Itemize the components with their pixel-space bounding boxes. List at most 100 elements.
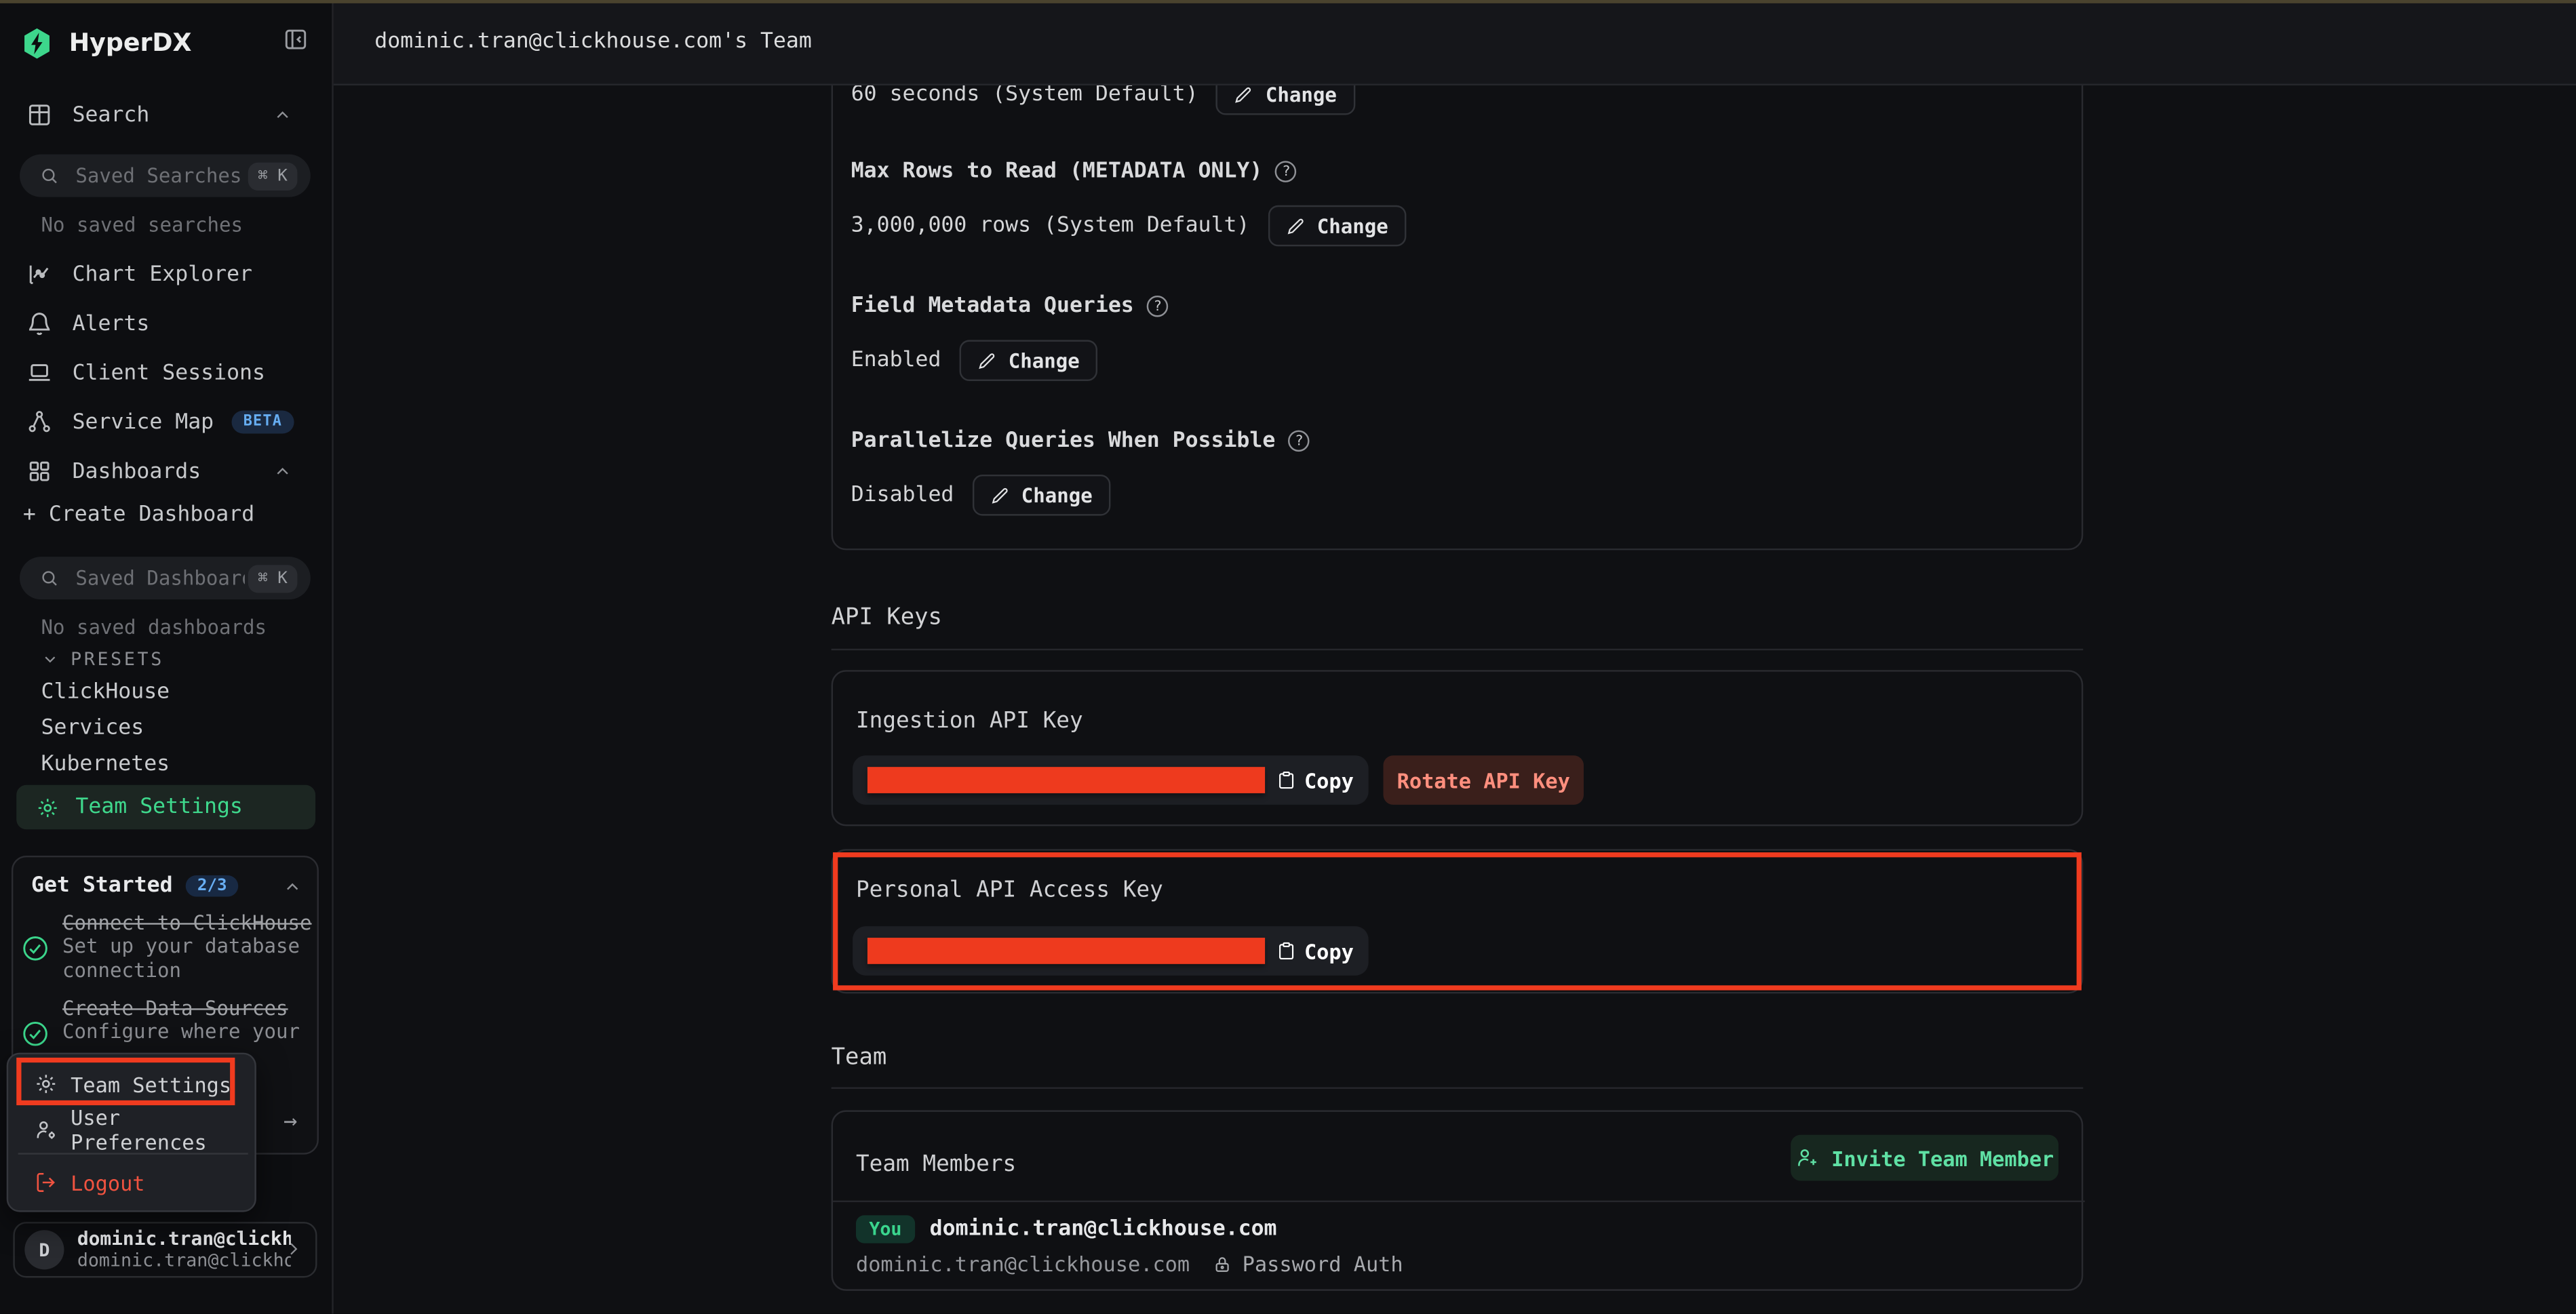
account-email: dominic.tran@clickhous… xyxy=(77,1250,291,1271)
progress-badge: 2/3 xyxy=(186,875,239,896)
checklist-item-title: Create Data Sources xyxy=(62,997,312,1020)
check-circle-icon xyxy=(21,1020,49,1048)
sidebar-item-alerts[interactable]: Alerts xyxy=(0,299,332,349)
pencil-icon xyxy=(990,485,1010,505)
clipboard-icon xyxy=(1276,941,1296,961)
sidebar-item-label: Search xyxy=(73,102,150,127)
sidebar-item-service-map[interactable]: Service Map BETA xyxy=(0,397,332,447)
hyperdx-logo-icon xyxy=(20,24,54,62)
no-saved-dashboards-text: No saved dashboards xyxy=(41,616,267,639)
ingestion-api-key-card: Ingestion API Key Copy Rotate API Key xyxy=(832,670,2084,826)
chevron-up-icon[interactable] xyxy=(273,105,292,125)
invite-team-member-button[interactable]: Invite Team Member xyxy=(1791,1135,2058,1181)
you-badge: You xyxy=(856,1215,915,1243)
presets-label: PRESETS xyxy=(71,649,164,670)
menu-item-team-settings[interactable]: Team Settings xyxy=(18,1062,248,1105)
sidebar-item-client-sessions[interactable]: Client Sessions xyxy=(0,349,332,398)
account-name: dominic.tran@clickho… xyxy=(77,1229,291,1250)
help-icon[interactable]: ? xyxy=(1276,161,1297,182)
sidebar-item-team-settings[interactable]: Team Settings xyxy=(16,785,315,829)
sidebar-item-search[interactable]: Search xyxy=(0,90,332,140)
saved-dashboards-input[interactable] xyxy=(73,565,248,591)
ingestion-key-field: Copy xyxy=(853,755,1369,805)
help-icon[interactable]: ? xyxy=(1147,296,1168,317)
setting-value: 3,000,000 rows (System Default) xyxy=(851,214,1250,238)
user-gear-icon xyxy=(35,1119,58,1142)
chevron-down-icon xyxy=(41,650,60,669)
beta-badge: BETA xyxy=(232,411,294,434)
presets-toggle[interactable]: PRESETS xyxy=(41,649,164,670)
member-email: dominic.tran@clickhouse.com xyxy=(856,1252,1190,1276)
brand-name: HyperDX xyxy=(69,28,192,58)
preset-services[interactable]: Services xyxy=(41,716,144,740)
sidebar-item-label: Team Settings xyxy=(75,795,242,819)
auth-method-label: Password Auth xyxy=(1243,1252,1403,1276)
chevron-up-icon[interactable] xyxy=(283,876,303,896)
menu-separator xyxy=(18,1153,248,1154)
setting-label: Field Metadata Queries xyxy=(851,294,1134,319)
service-map-icon xyxy=(26,409,53,435)
menu-item-user-preferences[interactable]: User Preferences xyxy=(18,1109,248,1151)
change-button[interactable]: Change xyxy=(1268,205,1406,247)
sidebar-item-chart-explorer[interactable]: Chart Explorer xyxy=(0,250,332,299)
section-divider xyxy=(832,649,2084,650)
setting-value: 60 seconds (System Default) xyxy=(851,82,1198,106)
brand: HyperDX xyxy=(20,20,315,66)
section-divider xyxy=(832,1087,2084,1088)
sidebar-item-dashboards[interactable]: Dashboards xyxy=(0,447,332,496)
card-divider xyxy=(833,1201,2085,1202)
main-content: 60 seconds (System Default) Change Max R… xyxy=(332,0,2576,1314)
shortcut-badge: ⌘ K xyxy=(248,564,298,592)
personal-key-field: Copy xyxy=(853,926,1369,976)
sidebar-item-label: Client Sessions xyxy=(73,361,265,385)
sidebar-item-label: Dashboards xyxy=(73,459,201,483)
setting-value: Disabled xyxy=(851,483,954,507)
app-root: HyperDX Search ⌘ K No saved searches Cha… xyxy=(0,0,2576,1314)
topbar: dominic.tran@clickhouse.com's Team xyxy=(332,0,2576,85)
preset-clickhouse[interactable]: ClickHouse xyxy=(41,680,170,704)
search-icon xyxy=(39,568,59,588)
copy-button[interactable]: Copy xyxy=(1276,768,1354,792)
member-row-bottom: dominic.tran@clickhouse.com Password Aut… xyxy=(856,1252,1403,1276)
account-card[interactable]: D dominic.tran@clickho… dominic.tran@cli… xyxy=(13,1222,317,1277)
page-title: dominic.tran@clickhouse.com's Team xyxy=(374,30,812,54)
copy-button[interactable]: Copy xyxy=(1276,938,1354,963)
dashboards-icon xyxy=(26,458,53,485)
menu-item-logout[interactable]: Logout xyxy=(18,1161,248,1203)
get-started-title: Get Started xyxy=(31,874,173,898)
search-icon xyxy=(39,166,59,186)
menu-item-label: Team Settings xyxy=(71,1071,231,1096)
setting-value: Enabled xyxy=(851,349,941,373)
create-dashboard-button[interactable]: + Create Dashboard xyxy=(23,502,254,527)
team-members-label: Team Members xyxy=(856,1151,1016,1178)
rotate-api-key-button[interactable]: Rotate API Key xyxy=(1383,755,1584,805)
api-keys-heading: API Keys xyxy=(832,604,942,631)
gear-icon xyxy=(36,796,59,819)
search-section-icon xyxy=(26,102,53,128)
gear-icon xyxy=(35,1073,58,1096)
window-top-border xyxy=(0,0,2576,3)
help-icon[interactable]: ? xyxy=(1289,431,1310,452)
next-arrow[interactable]: → xyxy=(284,1109,297,1135)
clipboard-icon xyxy=(1276,770,1296,790)
saved-searches-input-wrap[interactable]: ⌘ K xyxy=(20,155,311,197)
change-button[interactable]: Change xyxy=(972,475,1110,516)
change-button[interactable]: Change xyxy=(959,340,1097,381)
no-saved-searches-text: No saved searches xyxy=(41,214,243,237)
avatar: D xyxy=(24,1230,64,1269)
saved-dashboards-input-wrap[interactable]: ⌘ K xyxy=(20,557,311,599)
menu-item-label: Logout xyxy=(71,1170,144,1195)
setting-label: Max Rows to Read (METADATA ONLY) xyxy=(851,159,1263,184)
preset-kubernetes[interactable]: Kubernetes xyxy=(41,752,170,776)
checklist-item-desc: Set up your database connection xyxy=(62,934,309,984)
sidebar-item-label: Alerts xyxy=(73,311,150,336)
sidebar: HyperDX Search ⌘ K No saved searches Cha… xyxy=(0,0,334,1314)
team-heading: Team xyxy=(832,1045,887,1071)
shortcut-badge: ⌘ K xyxy=(248,162,298,190)
setting-label: Parallelize Queries When Possible xyxy=(851,429,1276,453)
pencil-icon xyxy=(977,351,997,370)
member-name: dominic.tran@clickhouse.com xyxy=(930,1217,1277,1241)
collapse-sidebar-icon[interactable] xyxy=(283,26,309,53)
chevron-up-icon[interactable] xyxy=(273,462,292,481)
saved-searches-input[interactable] xyxy=(73,163,248,189)
